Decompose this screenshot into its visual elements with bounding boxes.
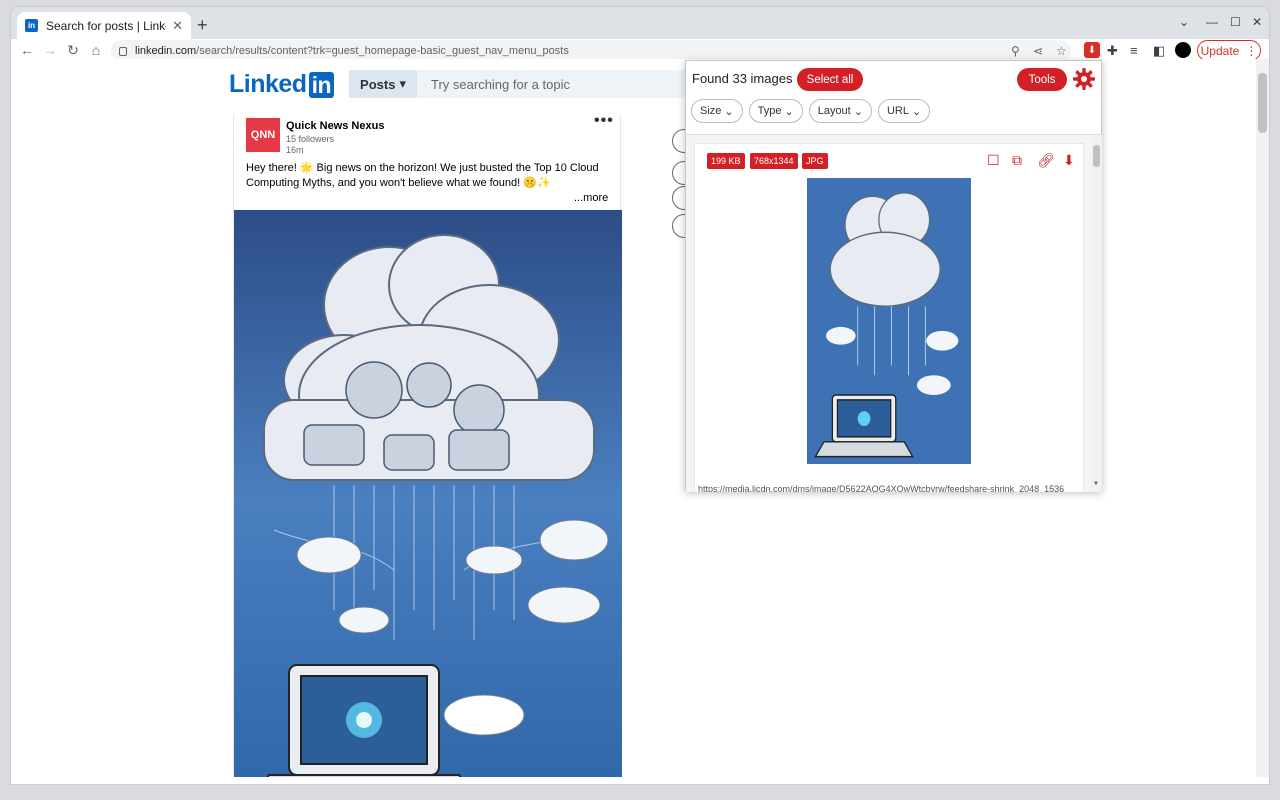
update-label: Update <box>1200 43 1240 58</box>
author-avatar[interactable]: QNN <box>246 118 280 152</box>
back-icon[interactable]: ← <box>17 42 37 58</box>
maximize-icon[interactable]: ☐ <box>1230 15 1241 29</box>
lock-icon <box>119 46 127 56</box>
image-format-badge: JPG <box>802 153 828 169</box>
bookmark-star-icon[interactable]: ☆ <box>1056 44 1067 58</box>
tab-strip: in Search for posts | Linkedi ✕ + ⌄ — ☐ … <box>11 7 1269 39</box>
image-card: 199 KB 768x1344 JPG ☐ ⧉ 🔗︎ ⬇ https://med… <box>694 143 1084 492</box>
post-text: Hey there! 🌟 Big news on the horizon! We… <box>246 162 599 189</box>
post-time: 16m <box>286 145 304 155</box>
see-more-link[interactable]: ...more <box>574 192 608 204</box>
reading-list-icon[interactable]: ≡ <box>1130 43 1138 58</box>
post-card: QNN Quick News Nexus 15 followers 16m ••… <box>233 112 622 777</box>
search-input[interactable]: Try searching for a topic <box>417 77 570 92</box>
filter-layout-dropdown[interactable]: Layout ⌄ <box>808 99 872 123</box>
extensions-puzzle-icon[interactable]: ✚ <box>1107 43 1118 59</box>
filter-label: URL <box>886 105 909 117</box>
cloud-computing-illustration <box>234 210 622 777</box>
search-filter-label: Posts <box>360 76 396 92</box>
forward-icon[interactable]: → <box>40 42 60 58</box>
filter-label: Size <box>700 105 722 117</box>
more-menu-icon: ⋮ <box>1245 43 1258 58</box>
close-window-icon[interactable]: ✕ <box>1252 15 1262 29</box>
post-options-icon[interactable]: ••• <box>594 112 614 130</box>
search-filter-dropdown[interactable]: Posts ▾ <box>349 70 417 98</box>
search-bar: Posts ▾ Try searching for a topic <box>349 70 689 98</box>
image-list-scrollbar[interactable]: ▼ <box>1091 135 1102 492</box>
filter-label: Layout <box>817 105 851 117</box>
download-icon[interactable]: ⬇ <box>1063 152 1075 169</box>
page-scrollbar-thumb[interactable] <box>1258 73 1267 133</box>
settings-gear-icon[interactable] <box>1072 67 1096 91</box>
filter-url-dropdown[interactable]: URL ⌄ <box>877 99 931 123</box>
side-panel-icon[interactable]: ◧ <box>1153 43 1165 59</box>
image-url-link[interactable]: https://media.licdn.com/dms/image/D5622A… <box>698 484 1082 492</box>
found-images-count: Found 33 images <box>692 71 793 86</box>
logo-in-badge: in <box>308 71 335 98</box>
image-downloader-extension-icon[interactable]: ⬇ <box>1084 42 1100 58</box>
image-list-scrollbar-thumb[interactable] <box>1093 145 1100 167</box>
scroll-down-arrow-icon[interactable]: ▼ <box>1093 481 1099 487</box>
linkedin-logo[interactable]: Linked in <box>229 70 335 99</box>
author-name[interactable]: Quick News Nexus <box>286 120 384 132</box>
page-scrollbar[interactable] <box>1256 59 1269 777</box>
chevron-down-icon: ⌄ <box>853 105 863 118</box>
image-size-badge: 199 KB <box>707 153 745 169</box>
logo-text: Linked <box>229 70 307 98</box>
new-tab-button[interactable]: + <box>197 15 208 36</box>
linkedin-favicon-icon: in <box>25 19 38 32</box>
reload-icon[interactable]: ↻ <box>63 42 83 59</box>
image-downloader-popup: Found 33 images Select all Tools Size ⌄ T… <box>685 60 1102 492</box>
chevron-down-icon: ⌄ <box>911 105 922 118</box>
tab-title: Search for posts | Linkedi <box>46 18 166 33</box>
image-dimensions-badge: 768x1344 <box>750 153 798 169</box>
minimize-icon[interactable]: — <box>1206 15 1218 29</box>
image-list: 199 KB 768x1344 JPG ☐ ⧉ 🔗︎ ⬇ https://med… <box>686 134 1102 492</box>
image-thumbnail[interactable] <box>807 178 971 464</box>
update-button[interactable]: Update ⋮ <box>1197 40 1261 61</box>
filter-bar: Size ⌄ Type ⌄ Layout ⌄ URL ⌄ <box>691 99 931 123</box>
chevron-down-icon: ⌄ <box>724 105 734 118</box>
caret-down-icon: ▾ <box>399 76 406 91</box>
tab-linkedin-search[interactable]: in Search for posts | Linkedi ✕ <box>17 12 191 39</box>
tools-button[interactable]: Tools <box>1017 68 1067 91</box>
close-tab-icon[interactable]: ✕ <box>172 18 183 34</box>
filter-label: Type <box>757 105 782 117</box>
url-host: linkedin.com <box>135 45 197 57</box>
select-checkbox-icon[interactable]: ☐ <box>987 152 1000 169</box>
copy-link-icon[interactable]: 🔗︎ <box>1037 152 1055 169</box>
post-image[interactable] <box>234 210 622 777</box>
chevron-down-icon: ⌄ <box>784 105 794 118</box>
select-all-button[interactable]: Select all <box>797 68 863 91</box>
author-followers: 15 followers <box>286 134 335 144</box>
share-icon[interactable]: ⋖ <box>1033 44 1043 58</box>
home-icon[interactable]: ⌂ <box>86 42 106 58</box>
open-new-tab-icon[interactable]: ⧉ <box>1012 152 1022 169</box>
url-path: /search/results/content?trk=guest_homepa… <box>196 45 569 57</box>
filter-type-dropdown[interactable]: Type ⌄ <box>748 99 803 123</box>
profile-avatar[interactable] <box>1175 42 1191 58</box>
zoom-search-icon[interactable]: ⚲ <box>1011 44 1020 58</box>
thumbnail-illustration <box>807 178 971 464</box>
filter-size-dropdown[interactable]: Size ⌄ <box>691 99 743 123</box>
tab-search-icon[interactable]: ⌄ <box>1179 15 1189 29</box>
